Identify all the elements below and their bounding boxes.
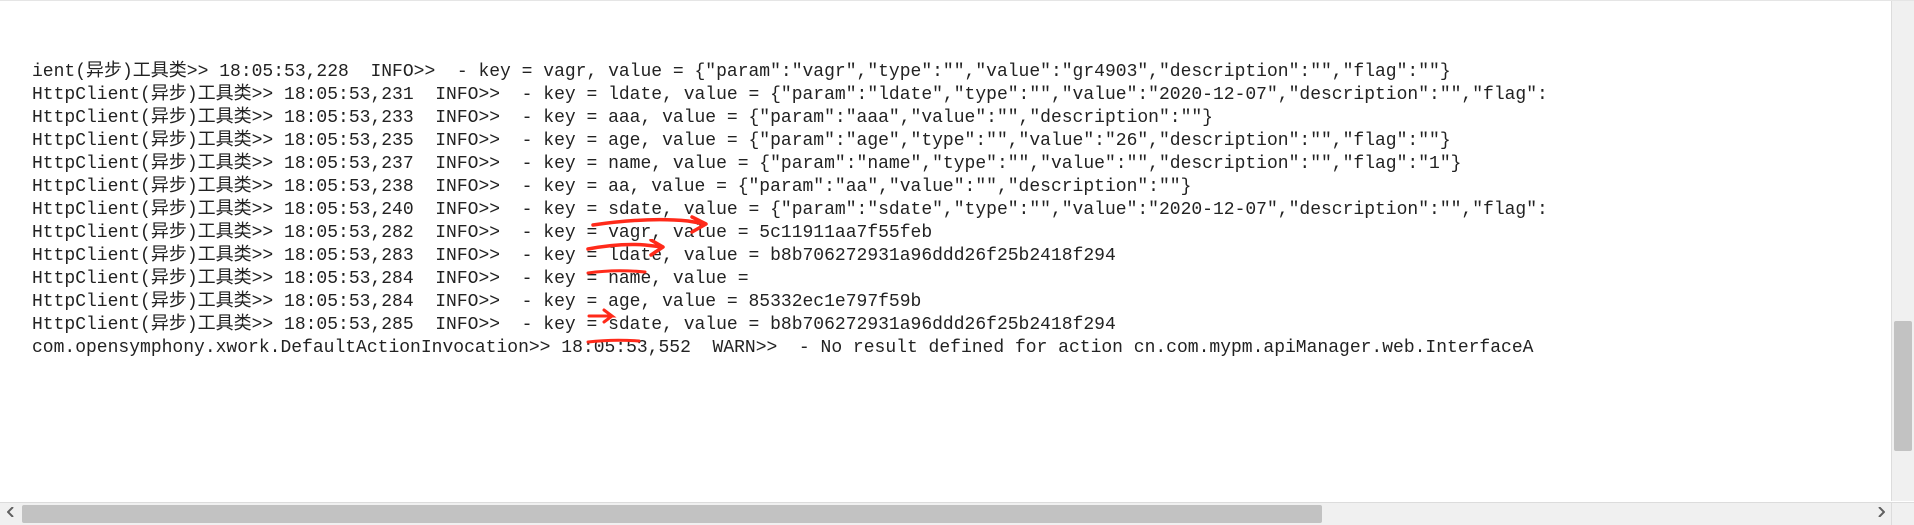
log-line: HttpClient(异步)工具类>> 18:05:53,240 INFO>> … bbox=[32, 199, 1890, 222]
log-viewer: ient(异步)工具类>> 18:05:53,228 INFO>> - key … bbox=[0, 0, 1914, 525]
scrollbar-corner bbox=[1891, 502, 1914, 525]
scroll-left-button[interactable] bbox=[0, 503, 22, 525]
log-line: com.opensymphony.xwork.DefaultActionInvo… bbox=[32, 337, 1890, 360]
log-line: HttpClient(异步)工具类>> 18:05:53,284 INFO>> … bbox=[32, 291, 1890, 314]
vertical-scrollbar-thumb[interactable] bbox=[1894, 321, 1912, 451]
log-line: HttpClient(异步)工具类>> 18:05:53,235 INFO>> … bbox=[32, 130, 1890, 153]
chevron-left-icon bbox=[7, 507, 15, 521]
log-line: HttpClient(异步)工具类>> 18:05:53,231 INFO>> … bbox=[32, 84, 1890, 107]
log-line: HttpClient(异步)工具类>> 18:05:53,238 INFO>> … bbox=[32, 176, 1890, 199]
log-line: HttpClient(异步)工具类>> 18:05:53,282 INFO>> … bbox=[32, 222, 1890, 245]
log-output[interactable]: ient(异步)工具类>> 18:05:53,228 INFO>> - key … bbox=[0, 1, 1890, 501]
horizontal-scrollbar[interactable] bbox=[0, 502, 1914, 525]
chevron-right-icon bbox=[1877, 507, 1885, 521]
horizontal-scrollbar-track[interactable] bbox=[22, 503, 1870, 525]
scroll-right-button[interactable] bbox=[1870, 503, 1892, 525]
log-line: HttpClient(异步)工具类>> 18:05:53,284 INFO>> … bbox=[32, 268, 1890, 291]
log-line: HttpClient(异步)工具类>> 18:05:53,283 INFO>> … bbox=[32, 245, 1890, 268]
log-line: HttpClient(异步)工具类>> 18:05:53,237 INFO>> … bbox=[32, 153, 1890, 176]
horizontal-scrollbar-thumb[interactable] bbox=[22, 505, 1322, 523]
vertical-scrollbar[interactable] bbox=[1891, 1, 1914, 501]
log-line: HttpClient(异步)工具类>> 18:05:53,233 INFO>> … bbox=[32, 107, 1890, 130]
log-line: ient(异步)工具类>> 18:05:53,228 INFO>> - key … bbox=[32, 61, 1890, 84]
log-line: HttpClient(异步)工具类>> 18:05:53,285 INFO>> … bbox=[32, 314, 1890, 337]
